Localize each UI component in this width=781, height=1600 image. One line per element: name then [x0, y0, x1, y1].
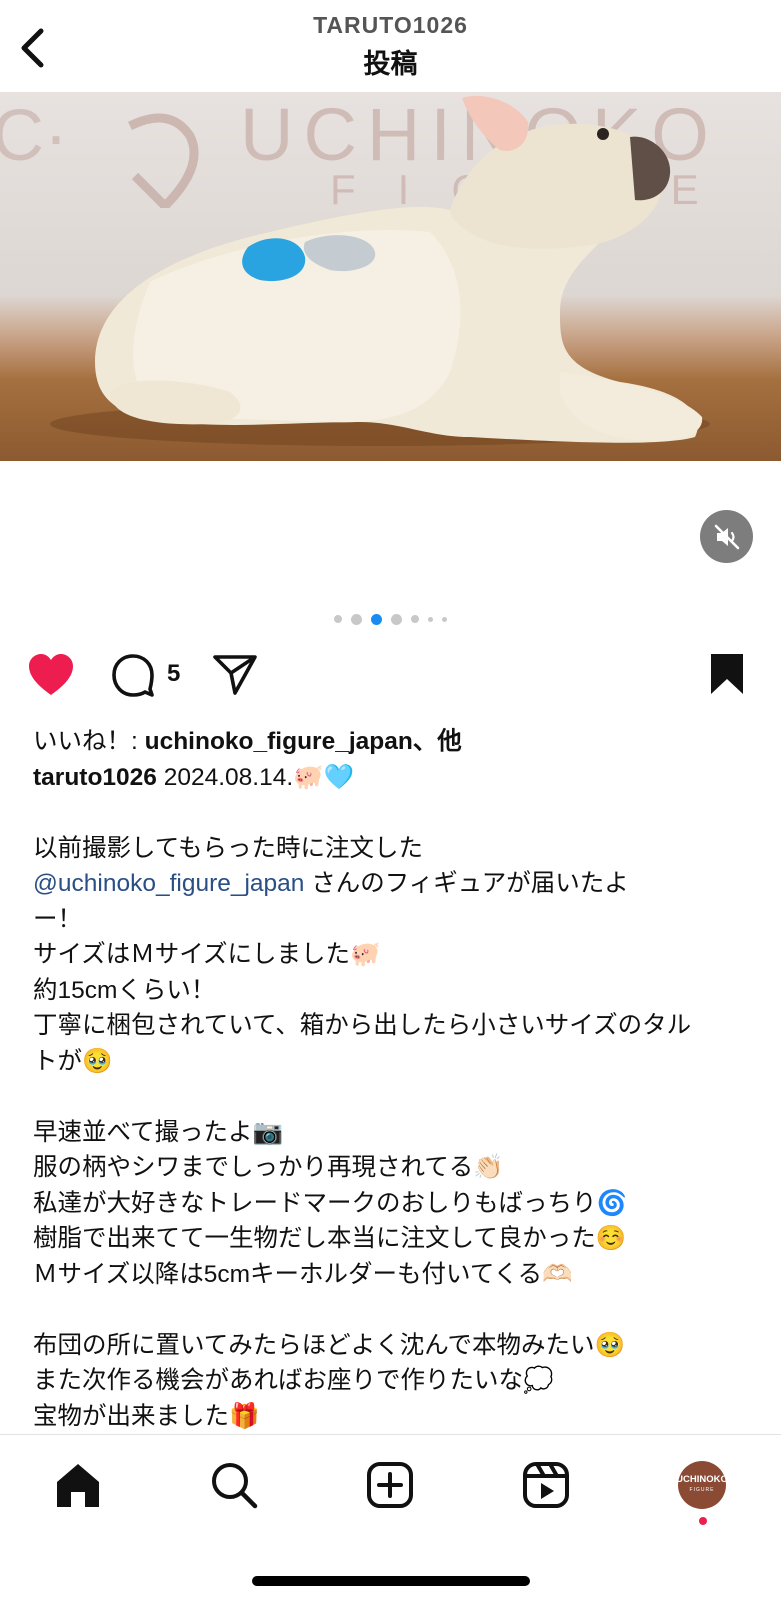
nav-reels[interactable]: [516, 1455, 576, 1515]
nav-profile[interactable]: UCHINOKO FIGURE: [672, 1455, 732, 1515]
caption-header-line: taruto1026 2024.08.14.🐖🩵: [33, 760, 753, 796]
author-username[interactable]: taruto1026: [33, 764, 157, 791]
caption-line: 早速並べて撮ったよ📷: [33, 1118, 284, 1146]
avatar-text: UCHINOKO: [676, 1474, 728, 1485]
caption-line: 布団の所に置いてみたらほどよく沈んで本物みたい🥹: [33, 1331, 626, 1359]
nav-search[interactable]: [204, 1455, 264, 1515]
caption-line: @uchinoko_figure_japan さんのフィギュアが届いたよ: [33, 866, 753, 902]
carousel-dot: [351, 613, 362, 625]
notification-dot: [699, 1517, 707, 1525]
heart-filled-icon: [29, 654, 73, 695]
mention-link[interactable]: @uchinoko_figure_japan: [33, 870, 304, 897]
caption-line: 私達が大好きなトレードマークのおしりもばっちり🌀: [33, 1189, 628, 1217]
post-media[interactable]: C· UCHINOKO FIGURE: [0, 92, 781, 461]
header-username: TARUTO1026: [313, 12, 468, 38]
like-button[interactable]: [25, 651, 77, 699]
carousel-dot: [428, 616, 433, 622]
carousel-indicator: [0, 612, 781, 626]
likes-text: uchinoko_figure_japan、他: [144, 728, 462, 755]
carousel-dot: [411, 615, 419, 623]
avatar: UCHINOKO FIGURE: [676, 1461, 728, 1509]
page-title: 投稿: [363, 49, 418, 79]
avatar-sub: FIGURE: [689, 1487, 715, 1493]
caption-line: トが🥹: [33, 1047, 113, 1075]
comment-count: 5: [167, 660, 181, 687]
likes-prefix: いいね！:: [33, 728, 145, 755]
caption-line: また次作る機会があればお座りで作りたいな💭: [33, 1367, 554, 1394]
comment-icon: [112, 654, 154, 697]
bookmark-filled-icon: [711, 654, 743, 694]
caption-line: 宝物が出来ました🎁: [33, 1402, 260, 1430]
action-bar: [0, 648, 781, 702]
caption-line: ー！: [33, 905, 82, 933]
carousel-dot: [442, 616, 447, 622]
dog-figure-image: [50, 95, 710, 446]
caption-line: 服の柄やシワまでしっかり再現されてる👏🏻: [33, 1154, 504, 1181]
caption-line: 樹脂で出来てて一生物だし本当に注文して良かった☺️: [33, 1225, 627, 1252]
post-date: 2024.08.14.🐖🩵: [156, 763, 355, 791]
mute-button[interactable]: [700, 510, 753, 563]
caption-line: Ｍサイズ以降は5cmキーホルダーも付いてくる🫶🏻: [33, 1260, 573, 1288]
home-indicator: [252, 1576, 530, 1586]
caption-line: 以前撮影してもらった時に注文した: [33, 834, 424, 862]
nav-home[interactable]: [48, 1455, 108, 1515]
reels-icon: [523, 1462, 569, 1508]
comment-button[interactable]: [108, 651, 158, 699]
home-icon: [57, 1464, 99, 1507]
plus-square-icon: [367, 1462, 413, 1508]
caption-line: 約15cmくらい！: [33, 976, 216, 1004]
post-caption: いいね！: uchinoko_figure_japan、他 taruto1026…: [33, 724, 753, 1434]
share-button[interactable]: [210, 651, 260, 699]
search-icon: [212, 1463, 258, 1509]
nav-create[interactable]: [360, 1455, 420, 1515]
caption-line-text: さんのフィギュアが届いたよ: [311, 870, 629, 897]
caption-line: サイズはＭサイズにしました🐖: [33, 941, 381, 968]
carousel-dot-active: [371, 613, 382, 625]
caption-line: 丁寧に梱包されていて、箱から出したら小さいサイズのタル: [33, 1012, 692, 1039]
likes-line[interactable]: いいね！: uchinoko_figure_japan、他: [33, 724, 753, 760]
speaker-muted-icon: [714, 524, 739, 549]
carousel-dot: [334, 615, 342, 623]
save-button[interactable]: [705, 650, 749, 698]
paper-plane-icon: [213, 655, 257, 695]
header: TARUTO1026 投稿: [0, 0, 781, 92]
carousel-dot: [391, 613, 402, 625]
